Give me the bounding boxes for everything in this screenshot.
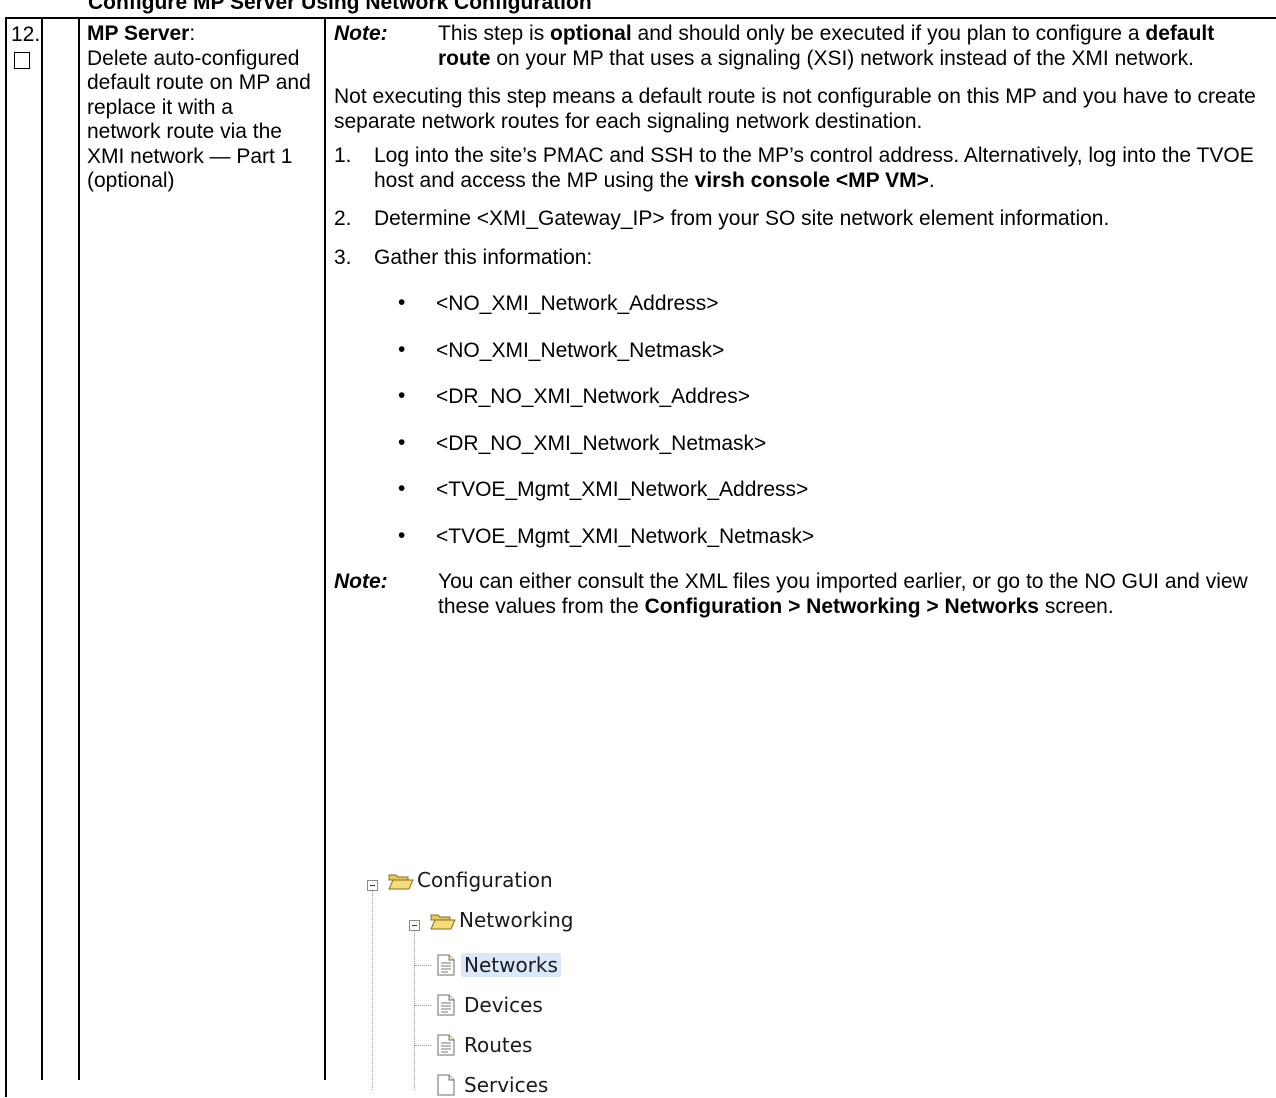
tree-connector xyxy=(415,1005,431,1006)
tree-guide-line xyxy=(372,880,373,1090)
step-checkbox[interactable] xyxy=(14,52,30,69)
list-item-3: 3. Gather this information: xyxy=(334,245,593,269)
column-divider-2 xyxy=(78,17,80,1080)
bullet-item: • <NO_XMI_Network_Address> xyxy=(398,291,719,315)
tree-item-devices[interactable]: Devices xyxy=(464,992,543,1018)
collapse-icon[interactable] xyxy=(367,880,378,891)
bullet-item: • <DR_NO_XMI_Network_Netmask> xyxy=(398,430,767,455)
bullet-item: • <TVOE_Mgmt_XMI_Network_Address> xyxy=(398,477,809,501)
table-border-left xyxy=(5,17,7,1080)
step-title: MP Server: Delete auto-configured defaul… xyxy=(87,22,311,193)
note-optional: Note: This step is optional and should o… xyxy=(334,22,1215,70)
step-description: Delete auto-configured default route on … xyxy=(87,46,311,193)
list-item-1: 1. Log into the site’s PMAC and SSH to t… xyxy=(334,144,1254,192)
bullet-item: • <DR_NO_XMI_Network_Addres> xyxy=(398,384,750,408)
page-icon xyxy=(437,994,455,1016)
bullet-item: • <TVOE_Mgmt_XMI_Network_Netmask> xyxy=(398,523,815,548)
note-label: Note: xyxy=(334,570,388,593)
column-divider-3 xyxy=(324,17,326,1080)
column-divider-1 xyxy=(41,17,43,1080)
step-title-bold: MP Server xyxy=(87,22,190,45)
page-icon xyxy=(437,1034,455,1056)
tree-connector xyxy=(415,965,431,966)
bullet-item: • <NO_XMI_Network_Netmask> xyxy=(398,337,725,362)
page-icon xyxy=(437,954,455,976)
folder-open-icon xyxy=(430,914,456,930)
note-label: Note: xyxy=(334,22,388,45)
tree-item-networks[interactable]: Networks xyxy=(461,952,561,978)
paragraph-warning: Not executing this step means a default … xyxy=(334,85,1256,133)
step-content: Note: This step is optional and should o… xyxy=(334,22,1264,619)
tree-item-routes[interactable]: Routes xyxy=(464,1032,532,1058)
page-icon xyxy=(437,1074,455,1096)
tree-item-configuration[interactable]: Configuration xyxy=(417,867,553,893)
tree-item-services[interactable]: Services xyxy=(464,1072,548,1098)
step-number: 12. xyxy=(11,23,41,46)
navigation-tree: Configuration Networking Networks Device… xyxy=(355,867,755,1097)
folder-open-icon xyxy=(388,874,414,890)
tree-connector xyxy=(415,1045,431,1046)
section-header: Configure MP Server Using Network Config… xyxy=(88,0,592,14)
tree-item-networking[interactable]: Networking xyxy=(459,907,573,933)
list-item-2: 2. Determine <XMI_Gateway_IP> from your … xyxy=(334,207,1110,230)
note-consult: Note: You can either consult the XML fil… xyxy=(334,570,1248,618)
collapse-icon[interactable] xyxy=(409,920,420,931)
